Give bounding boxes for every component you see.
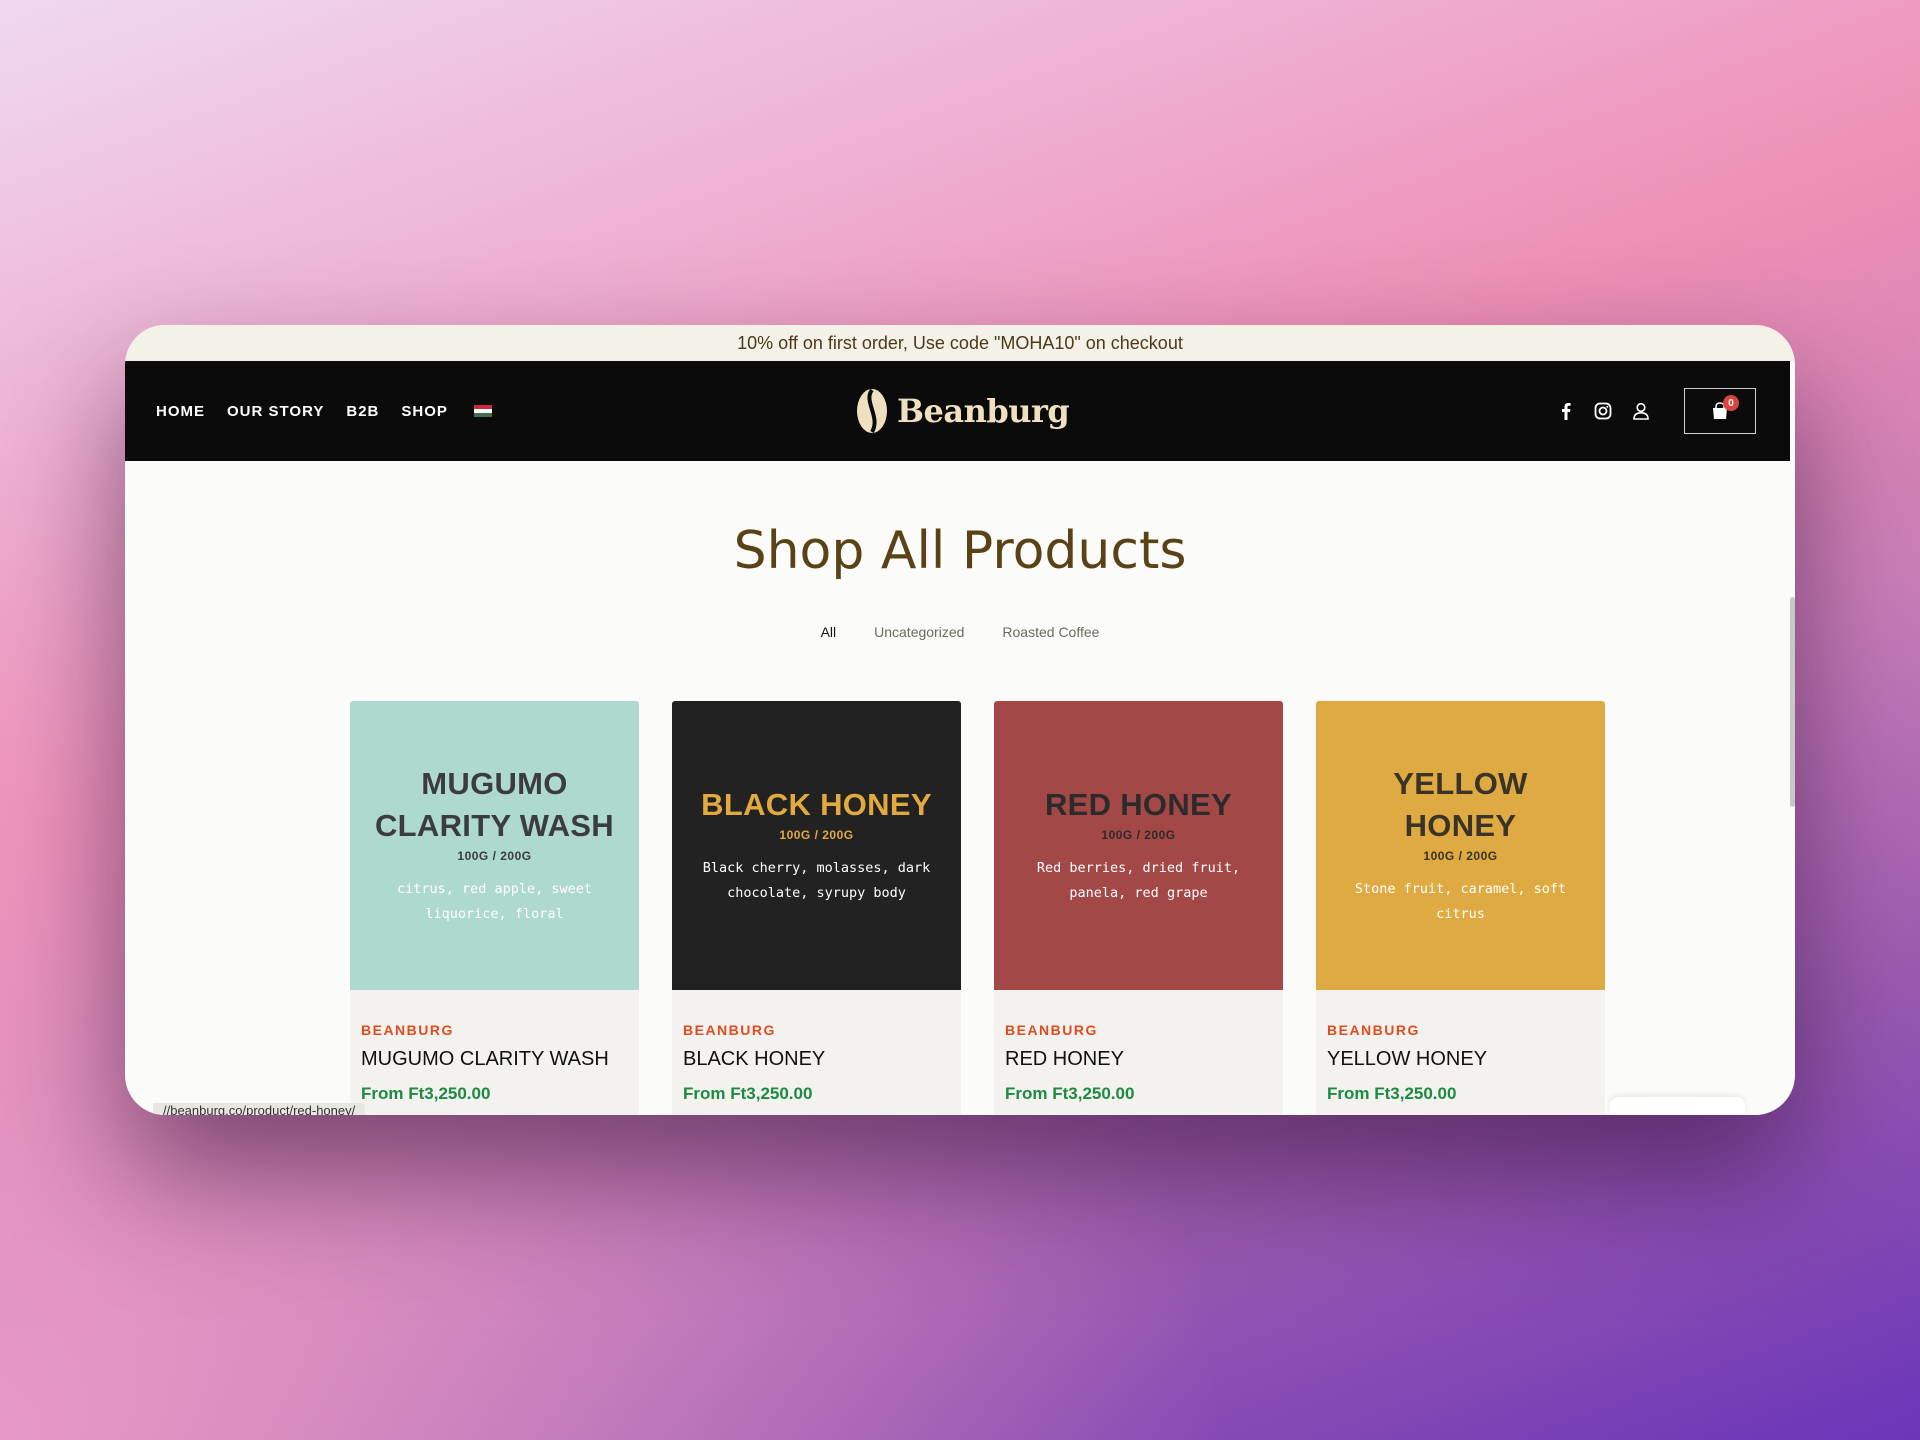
nav-link-our-story[interactable]: OUR STORY [227,403,324,420]
product-brand: BEANBURG [1327,1022,1420,1038]
product-image-name: MUGUMO CLARITY WASH [375,766,614,843]
product-image-notes: Stone fruit, caramel, soft citrus [1354,880,1567,923]
scrollbar[interactable] [1790,597,1795,807]
cart-count-badge: 0 [1723,395,1739,411]
product-card[interactable]: YELLOW HONEY 100G / 200G Stone fruit, ca… [1316,701,1605,1115]
product-image-size: 100G / 200G [1101,827,1176,842]
instagram-icon[interactable] [1594,402,1612,420]
filter-all[interactable]: All [821,624,837,640]
facebook-icon[interactable] [1558,402,1574,420]
top-navigation: HOME OUR STORY B2B SHOP Beanburg 0 [125,361,1790,461]
chat-widget[interactable] [1610,1097,1745,1115]
product-title[interactable]: BLACK HONEY [683,1048,950,1071]
page-title: Shop All Products [733,521,1187,581]
promo-text: 10% off on first order, Use code "MOHA10… [737,332,1183,353]
hungary-flag-icon[interactable] [473,405,492,417]
product-image-name: YELLOW HONEY [1393,766,1528,843]
product-info: BEANBURG YELLOW HONEY From Ft3,250.00 [1316,990,1605,1104]
product-info: BEANBURG MUGUMO CLARITY WASH From Ft3,25… [350,990,639,1104]
filter-roasted-coffee[interactable]: Roasted Coffee [1002,624,1099,640]
product-image-size: 100G / 200G [457,848,532,863]
promo-bar: 10% off on first order, Use code "MOHA10… [125,325,1795,361]
category-filters: All Uncategorized Roasted Coffee [125,624,1795,640]
product-image[interactable]: MUGUMO CLARITY WASH 100G / 200G citrus, … [350,701,639,990]
site-logo[interactable]: Beanburg [855,361,1070,461]
product-info: BEANBURG RED HONEY From Ft3,250.00 [994,990,1283,1104]
nav-link-shop[interactable]: SHOP [401,403,448,420]
product-price: From Ft3,250.00 [361,1084,491,1103]
cart-button[interactable]: 0 [1684,388,1756,434]
coffee-bean-icon [857,388,887,434]
product-image-size: 100G / 200G [779,827,854,842]
status-bar-url: //beanburg.co/product/red-honey/ [153,1103,366,1115]
nav-links: HOME OUR STORY B2B SHOP [156,361,492,461]
product-title[interactable]: MUGUMO CLARITY WASH [361,1048,628,1071]
product-image-name: BLACK HONEY [701,786,932,822]
product-grid: MUGUMO CLARITY WASH 100G / 200G citrus, … [350,701,1605,1115]
product-image-name: RED HONEY [1044,786,1232,822]
nav-link-b2b[interactable]: B2B [346,403,379,420]
product-image[interactable]: BLACK HONEY 100G / 200G Black cherry, mo… [672,701,961,990]
product-card[interactable]: RED HONEY 100G / 200G Red berries, dried… [994,701,1283,1115]
product-image[interactable]: YELLOW HONEY 100G / 200G Stone fruit, ca… [1316,701,1605,990]
product-price: From Ft3,250.00 [683,1084,813,1103]
product-image-notes: Black cherry, molasses, dark chocolate, … [702,859,931,902]
shop-content: Shop All Products All Uncategorized Roas… [125,461,1795,1115]
product-card[interactable]: MUGUMO CLARITY WASH 100G / 200G citrus, … [350,701,639,1115]
product-price: From Ft3,250.00 [1005,1084,1135,1103]
product-card[interactable]: BLACK HONEY 100G / 200G Black cherry, mo… [672,701,961,1115]
logo-text: Beanburg [897,392,1070,430]
filter-uncategorized[interactable]: Uncategorized [874,624,964,640]
product-info: BEANBURG BLACK HONEY From Ft3,250.00 [672,990,961,1104]
product-title[interactable]: YELLOW HONEY [1327,1048,1594,1071]
product-image-notes: citrus, red apple, sweet liquorice, flor… [396,880,593,923]
product-brand: BEANBURG [1005,1022,1098,1038]
nav-icons [1558,361,1650,461]
product-price: From Ft3,250.00 [1327,1084,1457,1103]
user-icon[interactable] [1632,402,1650,420]
browser-window: 10% off on first order, Use code "MOHA10… [125,325,1795,1115]
nav-link-home[interactable]: HOME [156,403,205,420]
product-brand: BEANBURG [683,1022,776,1038]
product-image-size: 100G / 200G [1423,848,1498,863]
product-image-notes: Red berries, dried fruit, panela, red gr… [1036,859,1241,902]
product-title[interactable]: RED HONEY [1005,1048,1272,1071]
product-brand: BEANBURG [361,1022,454,1038]
product-image[interactable]: RED HONEY 100G / 200G Red berries, dried… [994,701,1283,990]
